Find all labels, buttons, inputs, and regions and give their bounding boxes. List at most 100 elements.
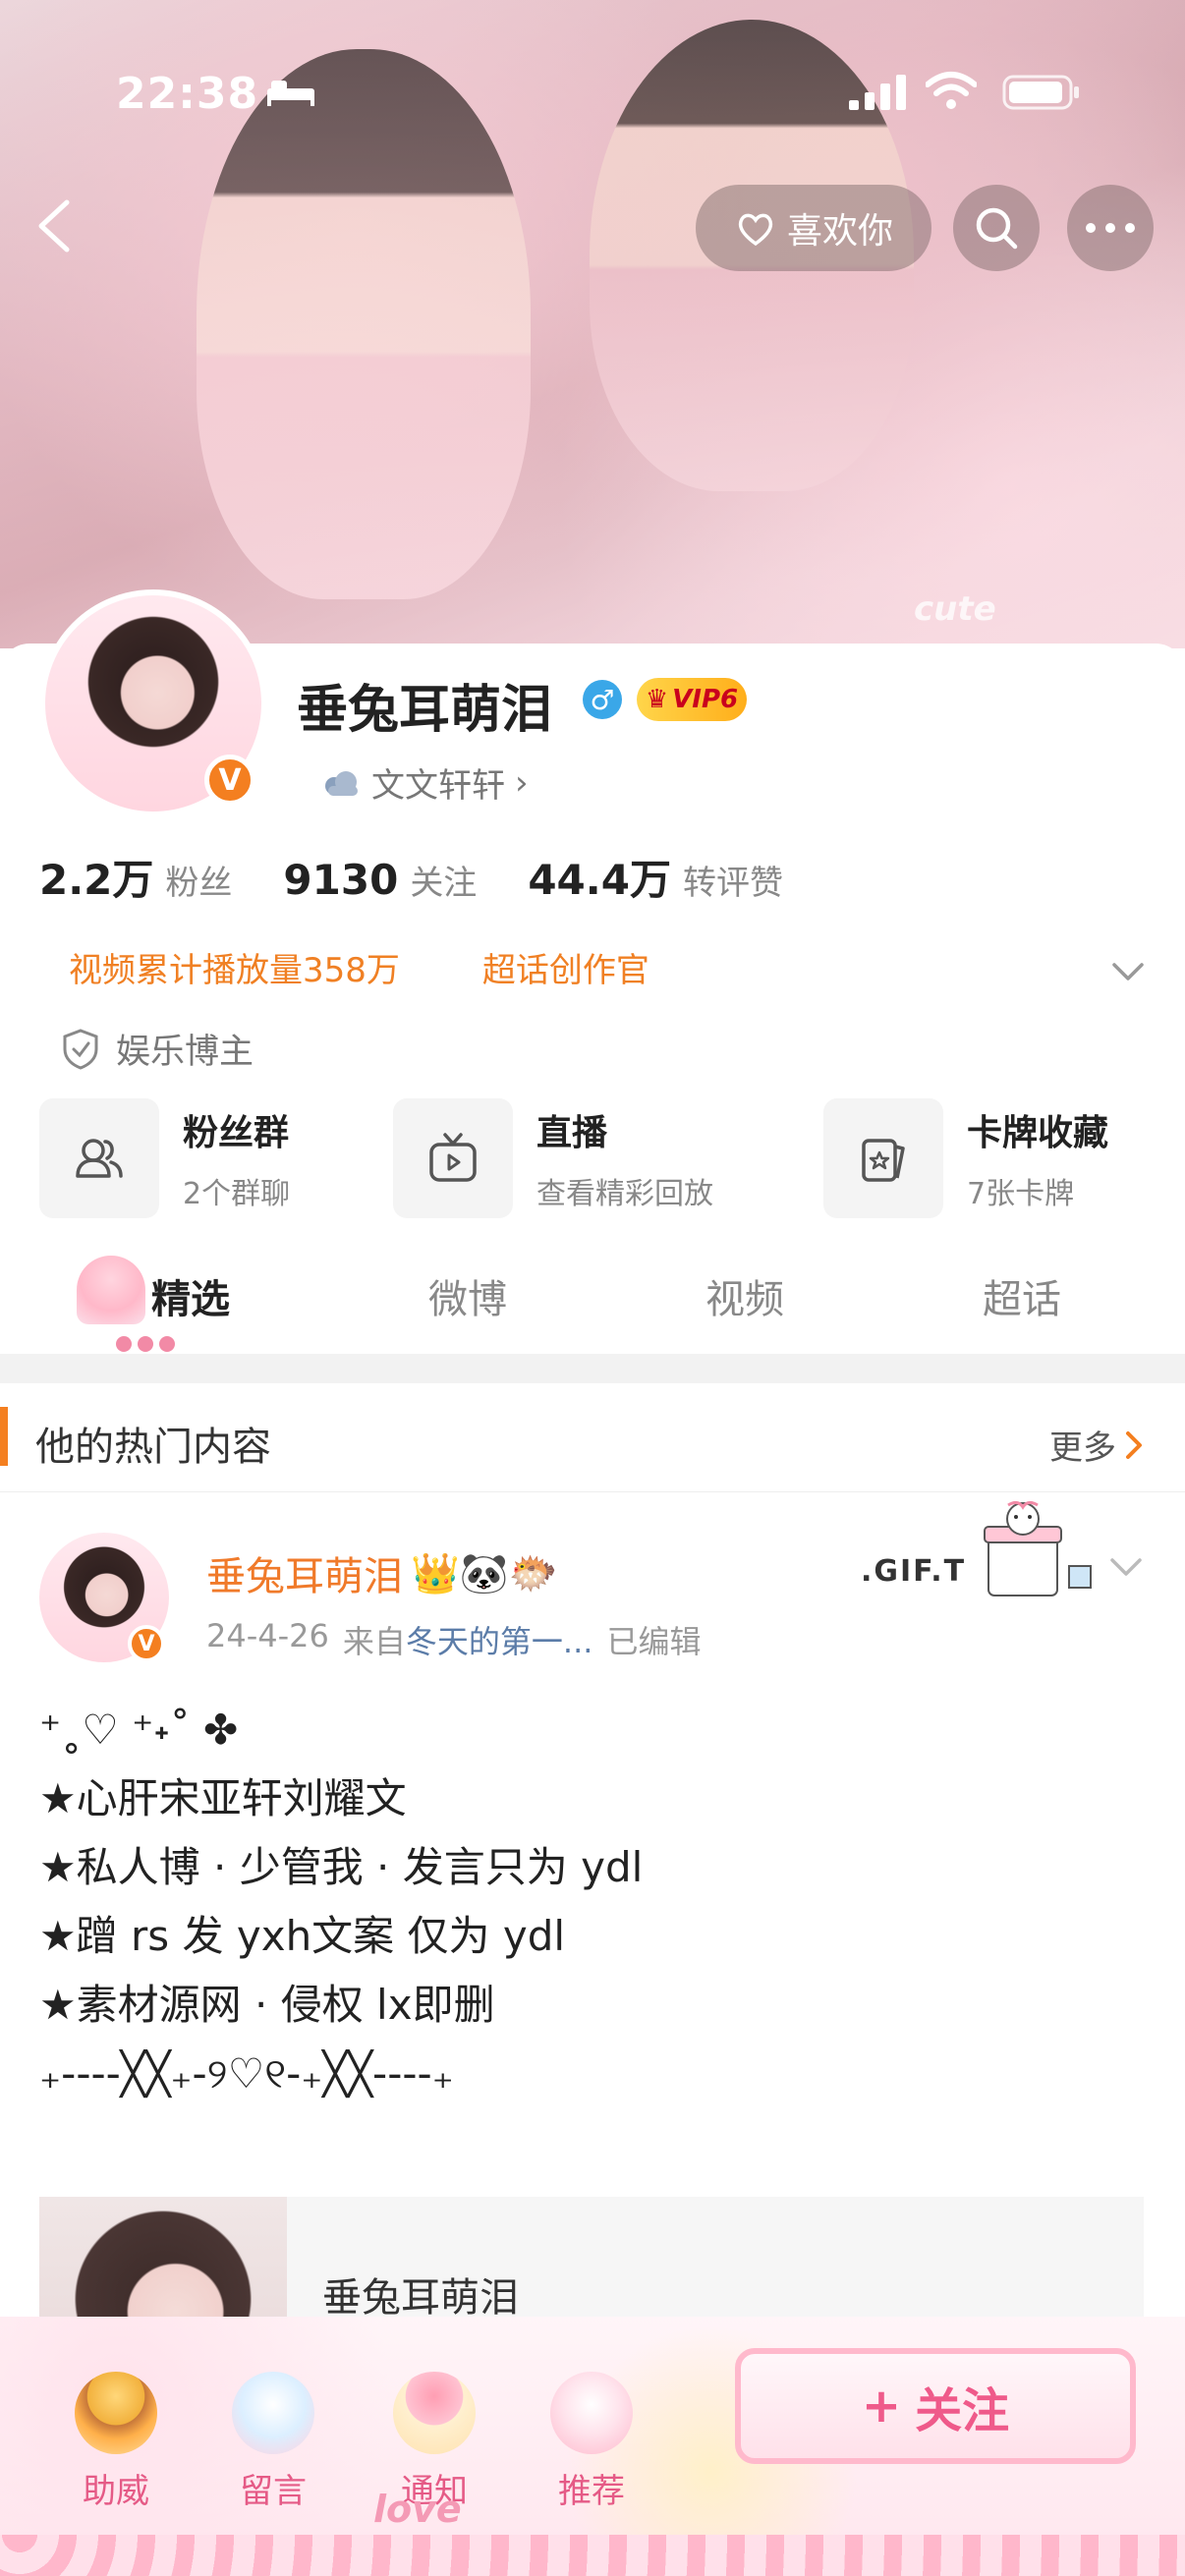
chevron-down-icon[interactable] (1106, 1546, 1146, 1586)
post-date: 24-4-26 (206, 1617, 329, 1654)
cake-icon (393, 2372, 476, 2454)
comment-label: 留言 (240, 2472, 307, 2511)
gift-sticker: .GIF.T (861, 1497, 1097, 1615)
comment-button[interactable]: 留言 (214, 2372, 332, 2512)
post-line: ★心肝宋亚轩刘耀文 (39, 1774, 407, 1822)
hot-content-title: 他的热门内容 (35, 1425, 271, 1470)
post-line: ★素材源网 · 侵权 lx即删 (39, 1981, 495, 2029)
status-time: 22:38 (116, 69, 259, 119)
post-edited: 已编辑 (606, 1623, 702, 1660)
profile-tags: 视频累计播放量358万 超话创作官 (69, 943, 649, 991)
stat-value: 2.2万 (39, 856, 154, 904)
chevron-right-icon: › (515, 762, 529, 803)
search-icon (976, 207, 1018, 250)
entry-subtitle: 7张卡牌 (967, 1177, 1075, 1211)
plus-icon: + (861, 2379, 902, 2434)
tab-active-indicator (116, 1336, 195, 1352)
vip-label: VIP6 (672, 685, 739, 714)
stat-interactions[interactable]: 44.4万 转评赞 (528, 847, 783, 907)
more-link[interactable]: 更多 (1049, 1421, 1146, 1469)
sleep-mode-icon (267, 81, 314, 106)
stat-label: 关注 (410, 864, 478, 903)
post-from-prefix: 来自 (342, 1623, 406, 1660)
post-author-name: 垂兔耳萌泪 (206, 1554, 403, 1599)
heart-hand-icon (738, 213, 773, 247)
post-author[interactable]: 垂兔耳萌泪 👑🐼🐡 (206, 1544, 557, 1601)
section-accent-bar (0, 1407, 8, 1466)
post-line: ₊----╳╳₊-୨♡୧-₊╳╳----₊ (39, 2049, 454, 2098)
entry-fan-group[interactable]: 粉丝群 2个群聊 (39, 1098, 290, 1218)
profile-stats: 2.2万 粉丝 9130 关注 44.4万 转评赞 (39, 847, 783, 907)
signal-icon (849, 75, 906, 110)
follow-button[interactable]: + 关注 (735, 2348, 1136, 2464)
tab-featured[interactable]: 精选 (151, 1267, 230, 1324)
super-topic-link[interactable]: 文文轩轩 › (322, 758, 529, 807)
chevron-right-icon (1126, 1430, 1142, 1459)
stat-value: 9130 (283, 856, 399, 904)
certification-label: 娱乐博主 (116, 1033, 254, 1072)
super-topic-label: 文文轩轩 (371, 766, 505, 806)
card-icon (862, 1139, 905, 1182)
entry-subtitle: 2个群聊 (183, 1177, 291, 1211)
bunny-icon (550, 2372, 633, 2454)
shield-icon (63, 1028, 98, 1070)
stat-followers[interactable]: 2.2万 粉丝 (39, 847, 232, 907)
follow-label: 关注 (915, 2383, 1010, 2438)
stat-value: 44.4万 (528, 856, 671, 904)
vip-badge[interactable]: ♛ VIP6 (637, 678, 747, 721)
entry-subtitle: 查看精彩回放 (536, 1177, 713, 1211)
more-dots-icon (1086, 223, 1135, 233)
section-divider (0, 1354, 1185, 1383)
cloud-icon (325, 770, 358, 796)
entry-title: 粉丝群 (183, 1113, 290, 1153)
search-button[interactable] (953, 185, 1040, 271)
stat-label: 粉丝 (165, 864, 233, 903)
post-body: ⁺˳♡ ⁺˖˚ ✤ ★心肝宋亚轩刘耀文 ★私人博 · 少管我 · 发言只为 yd… (39, 1696, 643, 2108)
bottom-frill-decoration (0, 2535, 1185, 2576)
tab-weibo[interactable]: 微博 (428, 1267, 507, 1324)
like-button[interactable]: 喜欢你 (696, 185, 931, 271)
post-meta: 24-4-26 来自冬天的第一... 已编辑 (206, 1617, 701, 1662)
post-line: ⁺˳♡ ⁺˖˚ ✤ (39, 1706, 239, 1754)
profile-username: 垂兔耳萌泪 (297, 681, 553, 740)
tag-super-creator[interactable]: 超话创作官 (482, 943, 649, 991)
tab-super-topic[interactable]: 超话 (983, 1267, 1061, 1324)
repost-author: 垂兔耳萌泪 (322, 2275, 519, 2321)
post-line: ★蹭 rs 发 yxh文案 仅为 ydl (39, 1912, 566, 1960)
entry-icon-box (39, 1098, 159, 1218)
banner-cute-text: cute (914, 589, 996, 629)
battery-icon (1002, 75, 1079, 110)
verified-badge: V (128, 1625, 165, 1662)
stat-following[interactable]: 9130 关注 (283, 856, 477, 904)
tab-video[interactable]: 视频 (705, 1267, 784, 1324)
entry-card-collection[interactable]: 卡牌收藏 7张卡牌 (823, 1098, 1108, 1218)
crown-icon: ♛ (645, 685, 669, 714)
tv-icon (429, 1133, 477, 1182)
cheer-button[interactable]: 助威 (57, 2372, 175, 2512)
more-button[interactable] (1067, 185, 1154, 271)
chevron-down-icon[interactable] (1108, 951, 1148, 990)
entry-live[interactable]: 直播 查看精彩回放 (393, 1098, 713, 1218)
back-icon[interactable] (28, 196, 86, 255)
gift-text: .GIF.T (861, 1554, 967, 1589)
male-gender-icon: ♂ (583, 680, 622, 719)
entry-icon-box (393, 1098, 513, 1218)
post-source[interactable]: 冬天的第一... (406, 1623, 593, 1660)
post-author-emojis: 👑🐼🐡 (411, 1550, 558, 1596)
verified-badge: V (204, 755, 255, 806)
recommend-label: 推荐 (558, 2472, 625, 2511)
more-label: 更多 (1049, 1428, 1116, 1468)
certification[interactable]: 娱乐博主 (61, 1024, 254, 1074)
tag-video-plays[interactable]: 视频累计播放量358万 (69, 943, 400, 991)
love-decoration: love (373, 2488, 462, 2531)
group-icon (76, 1139, 123, 1178)
stat-label: 转评赞 (682, 864, 783, 903)
entry-title: 卡牌收藏 (967, 1113, 1109, 1153)
burger-icon (75, 2372, 157, 2454)
entry-icon-box (823, 1098, 943, 1218)
wifi-icon (926, 72, 977, 109)
like-label: 喜欢你 (786, 211, 893, 252)
profile-entries: 粉丝群 2个群聊 直播 查看精彩回放 卡牌收藏 7张卡牌 (39, 1098, 1159, 1218)
recommend-button[interactable]: 推荐 (533, 2372, 650, 2512)
post-line: ★私人博 · 少管我 · 发言只为 ydl (39, 1843, 644, 1891)
